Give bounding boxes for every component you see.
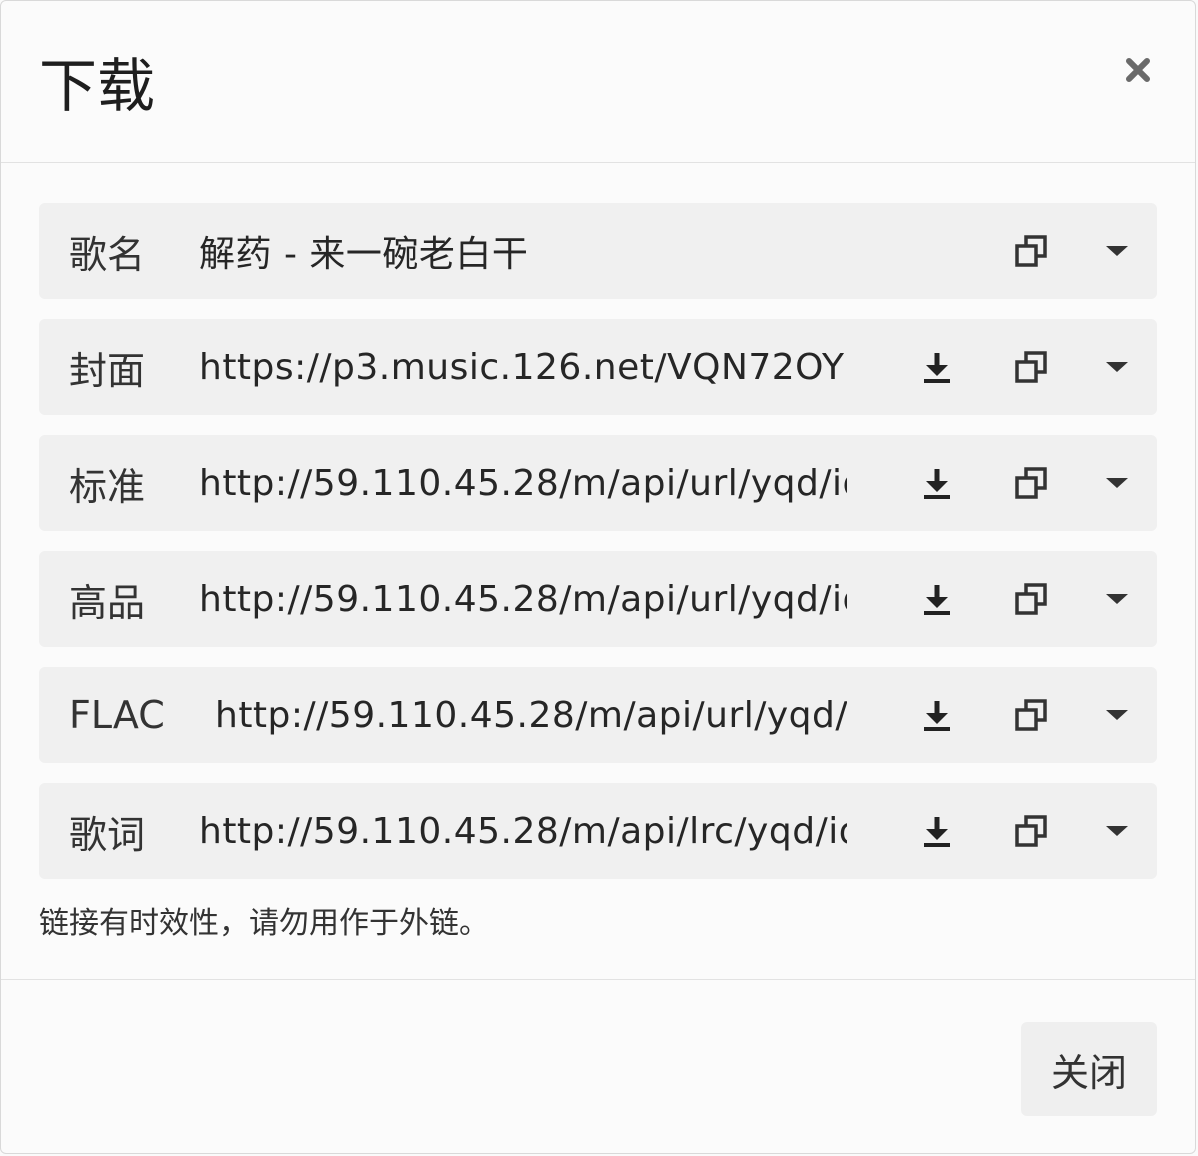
download-icon[interactable] — [907, 685, 967, 745]
expiry-notice: 链接有时效性，请勿用作于外链。 — [39, 906, 489, 941]
download-icon[interactable] — [907, 453, 967, 513]
row-standard: 标准 http://59.110.45.28/m/api/url/yqd/id/… — [39, 435, 1157, 531]
dialog-header: 下载 — [1, 1, 1195, 163]
dialog-body: 歌名 解药 - 来一碗老白干 封面 https://p3.music.126.n… — [1, 163, 1195, 949]
row-label: 封面 — [69, 348, 146, 393]
row-label: 歌词 — [69, 812, 146, 857]
copy-icon[interactable] — [1001, 569, 1061, 629]
row-value-field[interactable]: 解药 - 来一碗老白干 — [199, 225, 863, 277]
row-flac: FLAC http://59.110.45.28/m/api/url/yqd/i… — [39, 667, 1157, 763]
row-label: FLAC — [69, 693, 165, 737]
row-lyrics: 歌词 http://59.110.45.28/m/api/lrc/yqd/id/… — [39, 783, 1157, 879]
copy-icon[interactable] — [1001, 337, 1061, 397]
download-icon[interactable] — [907, 569, 967, 629]
copy-icon[interactable] — [1001, 801, 1061, 861]
copy-icon[interactable] — [1001, 685, 1061, 745]
close-button[interactable]: 关闭 — [1021, 1022, 1157, 1116]
copy-icon[interactable] — [1001, 221, 1061, 281]
caret-down-icon[interactable] — [1087, 685, 1147, 745]
row-value-field[interactable]: http://59.110.45.28/m/api/url/yqd/id/9 — [215, 695, 847, 736]
row-label: 标准 — [69, 464, 146, 509]
caret-down-icon[interactable] — [1087, 337, 1147, 397]
row-label: 高品 — [69, 580, 146, 625]
download-icon[interactable] — [907, 337, 967, 397]
row-value-field[interactable]: http://59.110.45.28/m/api/url/yqd/id/98 — [199, 579, 847, 620]
row-cover: 封面 https://p3.music.126.net/VQN72OYL80( — [39, 319, 1157, 415]
copy-icon[interactable] — [1001, 453, 1061, 513]
dialog-title: 下载 — [39, 52, 156, 120]
download-dialog: 下载 歌名 解药 - 来一碗老白干 封面 https://p3.music.12… — [0, 0, 1196, 1154]
row-value-field[interactable]: http://59.110.45.28/m/api/url/yqd/id/98 — [199, 463, 847, 504]
row-value-field[interactable]: https://p3.music.126.net/VQN72OYL80( — [199, 347, 847, 388]
caret-down-icon[interactable] — [1087, 453, 1147, 513]
row-label: 歌名 — [69, 232, 146, 277]
caret-down-icon[interactable] — [1087, 569, 1147, 629]
dialog-footer: 关闭 — [1, 979, 1195, 1156]
download-icon[interactable] — [907, 801, 967, 861]
row-song-name: 歌名 解药 - 来一碗老白干 — [39, 203, 1157, 299]
caret-down-icon[interactable] — [1087, 801, 1147, 861]
row-value-field[interactable]: http://59.110.45.28/m/api/lrc/yqd/id/98 — [199, 811, 847, 852]
caret-down-icon[interactable] — [1087, 221, 1147, 281]
close-icon[interactable] — [1121, 53, 1155, 87]
row-high-quality: 高品 http://59.110.45.28/m/api/url/yqd/id/… — [39, 551, 1157, 647]
